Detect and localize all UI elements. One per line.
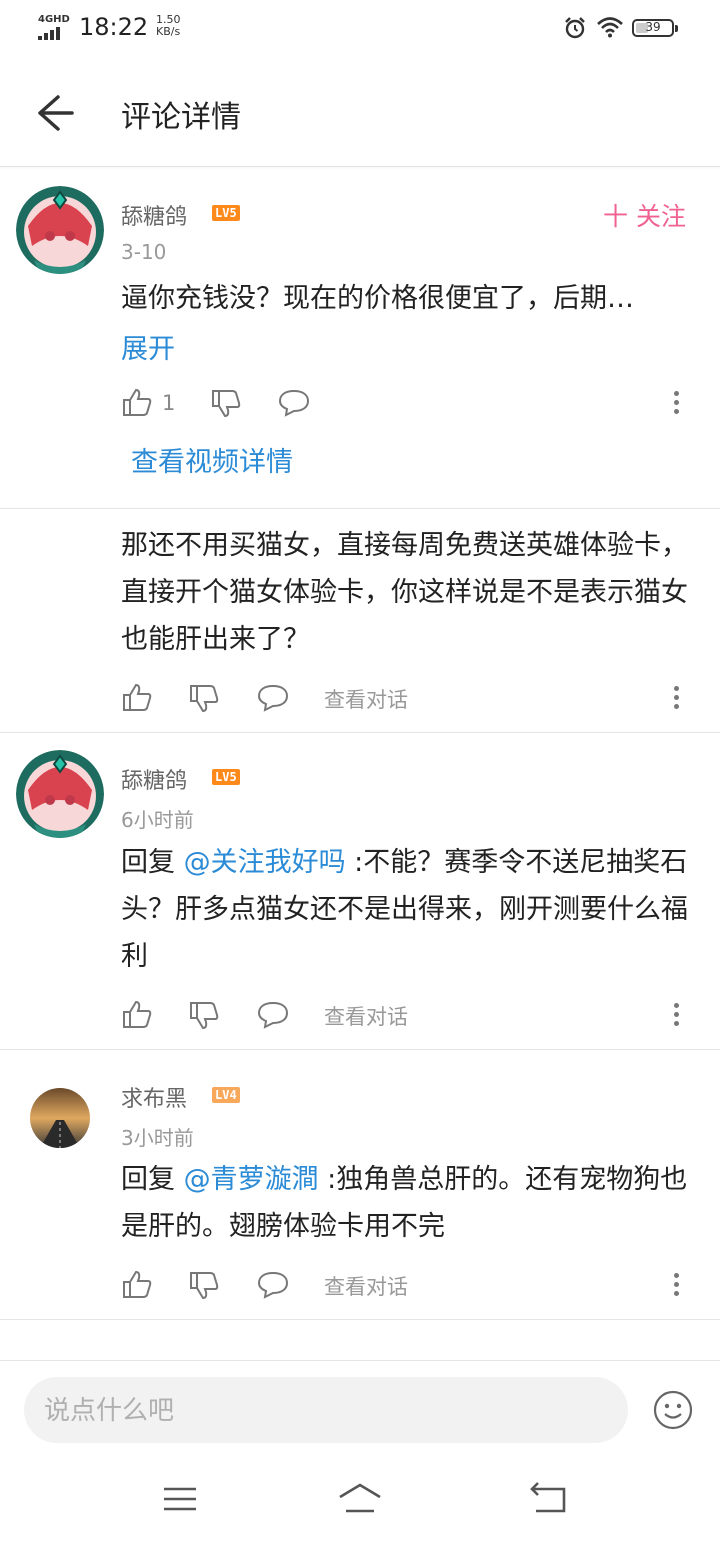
reply-prefix: 回复: [121, 847, 184, 878]
clock: 18:22: [79, 13, 149, 41]
signal-icon: 4GHD: [38, 14, 72, 40]
more-options-button[interactable]: [666, 682, 686, 712]
avatar-image: [30, 1088, 90, 1148]
divider: [0, 1049, 720, 1050]
reply-text: 回复 @青萝漩澗 :独角兽总肝的。还有宠物狗也是肝的。翅膀体验卡用不完: [121, 1156, 701, 1250]
thumbs-down-icon: [190, 685, 219, 713]
status-bar: 4GHD 18:22 1.50 KB/s 39: [0, 0, 720, 58]
net-speed: 1.50 KB/s: [156, 14, 181, 38]
speech-bubble-icon: [278, 389, 310, 417]
avatar[interactable]: [16, 750, 104, 838]
menu-icon: [164, 1487, 196, 1511]
divider: [0, 732, 720, 733]
smiley-icon: [653, 1390, 693, 1430]
avatar[interactable]: [16, 186, 104, 274]
network-type: 4GHD: [38, 14, 70, 25]
thumbs-up-icon: [123, 1270, 152, 1298]
comment-time: 3小时前: [121, 1126, 194, 1150]
divider: [0, 1319, 720, 1320]
dislike-button[interactable]: [188, 683, 220, 719]
comment-button[interactable]: [277, 388, 311, 422]
mention-link[interactable]: @关注我好吗: [184, 847, 346, 878]
page-title: 评论详情: [121, 100, 241, 135]
thumbs-up-icon: [123, 388, 152, 416]
expand-link[interactable]: 展开: [121, 327, 175, 366]
battery-icon: 39: [632, 19, 678, 37]
reply-text: 回复 @关注我好吗 :不能？赛季令不送尼抽奖石头？肝多点猫女还不是出得来，刚开测…: [121, 839, 701, 980]
like-button[interactable]: [121, 998, 153, 1034]
emoji-button[interactable]: [652, 1389, 694, 1431]
comment-button[interactable]: [256, 1270, 290, 1304]
level-badge: LV5: [212, 205, 240, 221]
top-bar: 评论详情: [0, 58, 720, 167]
back-nav-button[interactable]: [524, 1479, 572, 1519]
like-button[interactable]: [121, 386, 153, 422]
dislike-button[interactable]: [210, 388, 242, 424]
return-icon: [530, 1482, 566, 1513]
reply-text: 那还不用买猫女，直接每周免费送英雄体验卡，直接开个猫女体验卡，你这样说是不是表示…: [121, 530, 688, 655]
mention-link[interactable]: @青萝漩澗: [184, 1164, 319, 1195]
like-button[interactable]: [121, 681, 153, 717]
avatar[interactable]: [30, 1088, 90, 1148]
comment-button[interactable]: [256, 683, 290, 717]
comment-input[interactable]: [42, 1377, 606, 1445]
like-count: 1: [162, 391, 176, 415]
alarm-icon: [565, 17, 585, 39]
home-nav-button[interactable]: [336, 1479, 384, 1519]
thumbs-down-icon: [190, 1002, 219, 1030]
menu-nav-button[interactable]: [156, 1479, 204, 1519]
comment-text: 逼你充钱没？现在的价格很便宜了，后期…: [121, 283, 634, 314]
avatar-image: [16, 750, 104, 838]
dislike-button[interactable]: [188, 1000, 220, 1036]
reply-prefix: 回复: [121, 1164, 184, 1195]
speech-bubble-icon: [257, 1001, 289, 1029]
back-button[interactable]: [30, 90, 80, 136]
thumbs-down-icon: [212, 390, 241, 418]
level-badge: LV4: [212, 1087, 240, 1103]
speech-bubble-icon: [257, 684, 289, 712]
view-conversation-link[interactable]: 查看对话: [324, 1271, 408, 1301]
follow-button[interactable]: 十 关注: [603, 197, 686, 233]
avatar-image: [16, 186, 104, 274]
view-conversation-link[interactable]: 查看对话: [324, 1001, 408, 1031]
thumbs-up-icon: [123, 1000, 152, 1028]
username[interactable]: 舔糖鸽: [121, 763, 187, 795]
view-video-details-link[interactable]: 查看视频详情: [131, 440, 293, 479]
more-options-button[interactable]: [666, 387, 686, 417]
divider: [0, 508, 720, 509]
bottom-bar: [0, 1360, 720, 1545]
net-speed-unit: KB/s: [156, 25, 181, 38]
home-icon: [339, 1483, 381, 1513]
username[interactable]: 舔糖鸽: [121, 199, 187, 231]
comment-button[interactable]: [256, 1000, 290, 1034]
battery-level: 39: [645, 20, 661, 34]
like-button[interactable]: [121, 1268, 153, 1304]
dislike-button[interactable]: [188, 1270, 220, 1306]
more-options-button[interactable]: [666, 1269, 686, 1299]
thumbs-down-icon: [190, 1272, 219, 1300]
comment-input-container: [24, 1377, 628, 1445]
level-badge: LV5: [212, 769, 240, 785]
view-conversation-link[interactable]: 查看对话: [324, 684, 408, 714]
speech-bubble-icon: [257, 1271, 289, 1299]
more-options-button[interactable]: [666, 999, 686, 1029]
comment-time: 6小时前: [121, 808, 194, 832]
comment-time: 3-10: [121, 240, 167, 264]
arrow-left-icon: [38, 95, 74, 131]
username[interactable]: 求布黑: [121, 1081, 187, 1113]
wifi-icon: [597, 17, 623, 38]
thumbs-up-icon: [123, 683, 152, 711]
